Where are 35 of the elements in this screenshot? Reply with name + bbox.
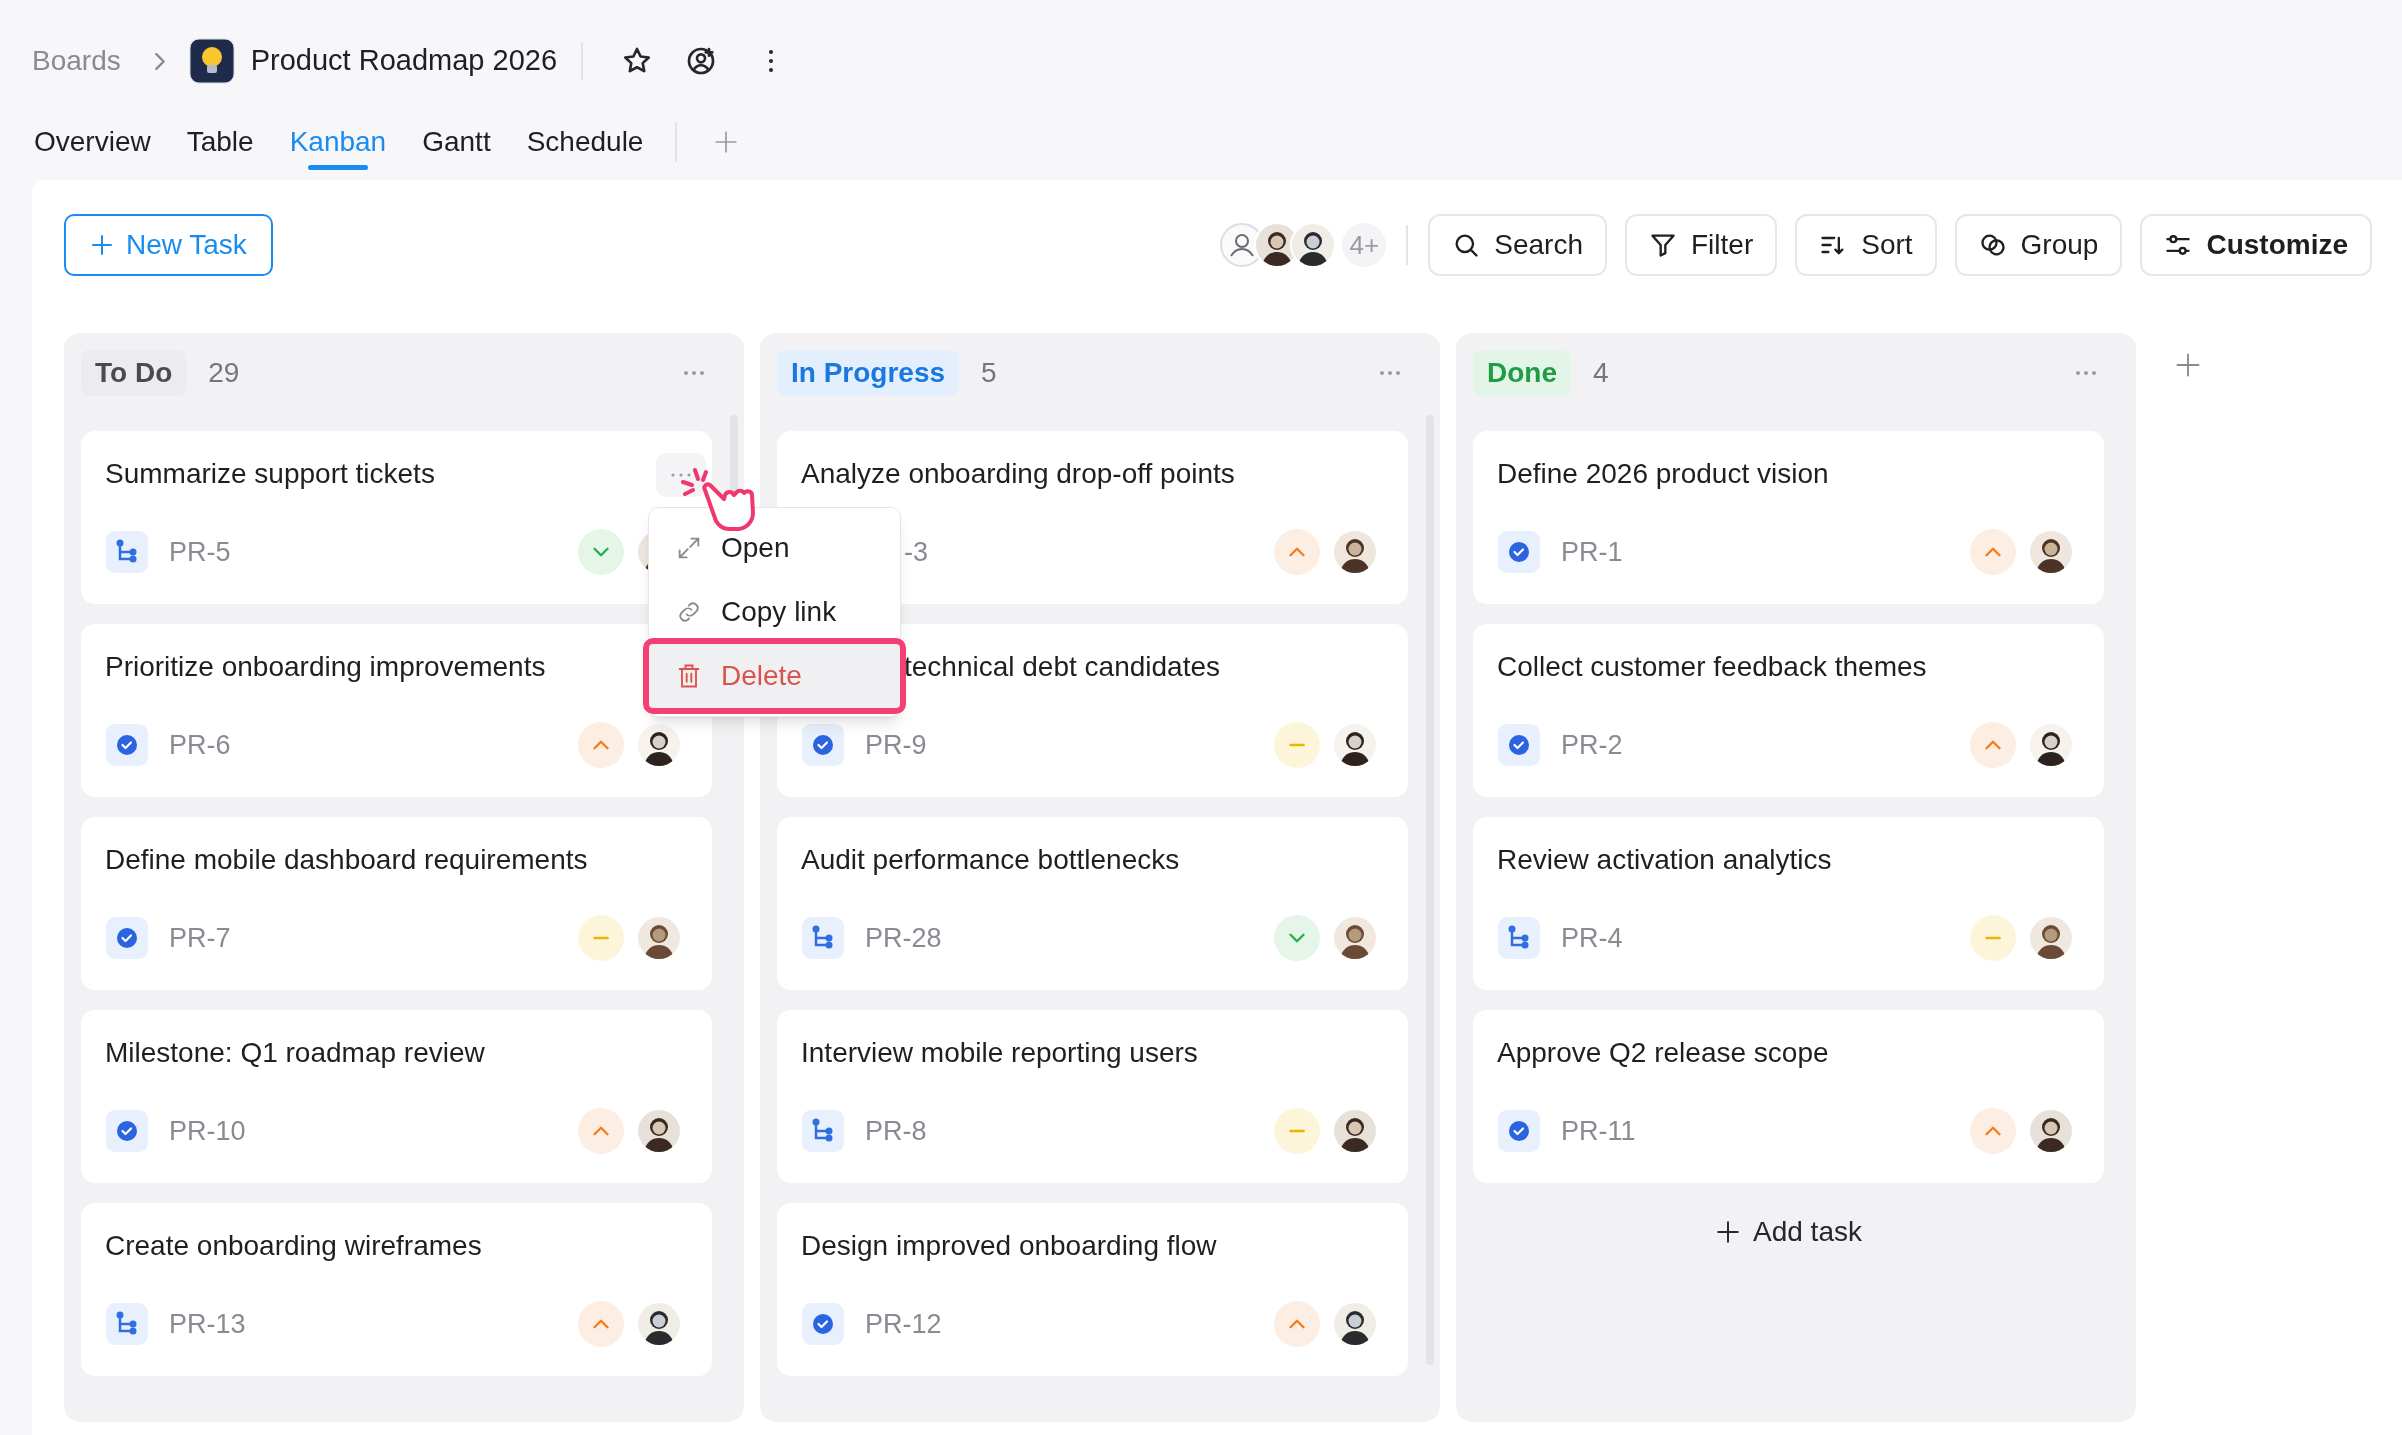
task-title: Summarize support tickets [105,457,435,491]
task-id: PR-9 [865,728,927,762]
task-id: PR-28 [865,921,942,955]
task-title: Approve Q2 release scope [1497,1036,1829,1070]
task-id: PR-2 [1561,728,1623,762]
task-id: PR-13 [169,1307,246,1341]
board-title: Product Roadmap 2026 [250,43,558,79]
column-status-label: Done [1473,350,1571,396]
task-title: technical debt candidates [904,650,1220,684]
task-id: PR-1 [1561,535,1623,569]
task-id: PR-8 [865,1114,927,1148]
task-id: PR-4 [1561,921,1623,955]
task-title: Interview mobile reporting users [801,1036,1198,1070]
task-title: Analyze onboarding drop-off points [801,457,1235,491]
task-title: Define 2026 product vision [1497,457,1829,491]
task-title: Define mobile dashboard requirements [105,843,588,877]
task-title: Review activation analytics [1497,843,1832,877]
task-id: PR-7 [169,921,231,955]
task-id: PR-12 [865,1307,942,1341]
column-count: 4 [1593,356,1609,390]
task-title: Audit performance bottlenecks [801,843,1180,877]
task-title: Milestone: Q1 roadmap review [105,1036,485,1070]
task-title: Design improved onboarding flow [801,1229,1217,1263]
column-count: 5 [981,356,997,390]
task-title: Create onboarding wireframes [105,1229,482,1263]
task-title: Collect customer feedback themes [1497,650,1927,684]
task-id: PR-6 [169,728,231,762]
task-id: PR-10 [169,1114,246,1148]
column-count: 29 [208,356,240,390]
column-status-label: To Do [81,350,187,396]
task-id: -3 [904,535,928,569]
task-id: PR-11 [1561,1114,1636,1148]
task-id: PR-5 [169,535,231,569]
task-title: Prioritize onboarding improvements [105,650,546,684]
column-status-label: In Progress [777,350,960,396]
